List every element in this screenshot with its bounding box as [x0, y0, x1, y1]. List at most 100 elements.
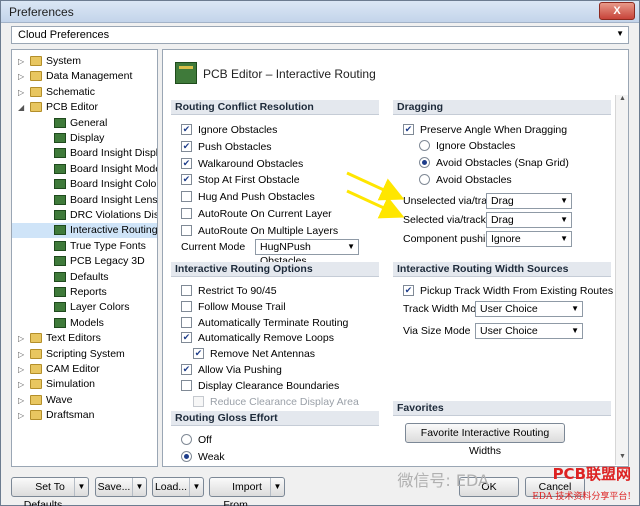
tree-item-pcb-editor[interactable]: ◢ PCB Editor — [12, 100, 157, 115]
tree-item-simulation[interactable]: ▷ Simulation — [12, 377, 157, 392]
checkbox-icon — [181, 316, 192, 328]
expand-icon[interactable]: ▷ — [18, 393, 28, 408]
watermark-text: 微信号: EDA — [397, 471, 489, 490]
tree-item-label: CAM Editor — [46, 363, 100, 375]
dragging-header: Dragging — [393, 100, 611, 115]
radio-icon — [419, 173, 430, 185]
settings-panel: PCB Editor – Interactive Routing Routing… — [162, 49, 629, 467]
tree-item-system[interactable]: ▷ System — [12, 54, 157, 69]
tree-item-schematic[interactable]: ▷ Schematic — [12, 85, 157, 100]
tree-item-label: True Type Fonts — [70, 239, 146, 252]
tree-item-models[interactable]: Models — [12, 316, 157, 331]
unselected-via-select[interactable]: Drag ▼ — [486, 193, 572, 209]
checkmark-icon: ✔ — [403, 285, 414, 296]
tree-item-interactive-routing[interactable]: Interactive Routing — [12, 223, 157, 239]
expand-icon[interactable]: ▷ — [18, 69, 28, 84]
track-width-mode-select[interactable]: User Choice ▼ — [475, 301, 583, 317]
checkmark-icon: ✔ — [181, 124, 192, 135]
checkmark-icon: ✔ — [181, 140, 192, 152]
tree-item-layer-colors[interactable]: Layer Colors — [12, 300, 157, 315]
tree-item-data-management[interactable]: ▷ Data Management — [12, 69, 157, 84]
pcb-page-icon — [54, 256, 66, 267]
cloud-preferences-dropdown[interactable]: Cloud Preferences ▼ — [11, 26, 629, 44]
save-button[interactable]: Save... ▼ — [95, 477, 147, 497]
tree-item-label: Scripting System — [46, 347, 125, 360]
page-title: PCB Editor – Interactive Routing — [203, 67, 376, 81]
component-pushing-select[interactable]: Ignore ▼ — [486, 231, 572, 247]
import-from-button[interactable]: Import From... ▼ — [209, 477, 285, 506]
pcb-page-icon — [54, 117, 66, 128]
close-button[interactable]: X — [599, 2, 635, 20]
tree-item-board-insight-modes[interactable]: Board Insight Modes — [12, 162, 157, 177]
pcb-page-icon — [54, 240, 66, 251]
checkmark-icon: ✔ — [193, 348, 204, 360]
pcb-page-icon — [54, 302, 66, 313]
tree-item-label: Text Editors — [46, 332, 101, 345]
expand-icon[interactable]: ▷ — [18, 408, 28, 423]
folder-icon — [30, 86, 42, 97]
folder-icon — [30, 348, 42, 359]
tree-item-general[interactable]: General — [12, 116, 157, 131]
via-size-mode-select[interactable]: User Choice ▼ — [475, 323, 583, 339]
expand-icon[interactable]: ▷ — [18, 331, 28, 346]
tree-item-wave[interactable]: ▷ Wave — [12, 393, 157, 408]
collapse-icon[interactable]: ◢ — [18, 100, 28, 115]
pcb-page-icon — [54, 271, 66, 282]
chevron-down-icon: ▼ — [560, 196, 568, 205]
via-size-mode-value: User Choice — [480, 325, 538, 337]
tree-item-true-type-fonts[interactable]: True Type Fonts — [12, 239, 157, 254]
folder-icon — [30, 71, 42, 82]
tree-item-defaults[interactable]: Defaults — [12, 270, 157, 285]
expand-icon[interactable]: ▷ — [18, 377, 28, 392]
conflict-label: Walkaround Obstacles — [198, 157, 304, 170]
radio-icon — [181, 434, 192, 445]
expand-icon[interactable]: ▷ — [18, 85, 28, 100]
option-label: Remove Net Antennas — [210, 348, 316, 361]
expand-icon[interactable]: ▷ — [18, 362, 28, 377]
expand-icon[interactable]: ▷ — [18, 54, 28, 69]
tree-item-pcb-legacy-3d[interactable]: PCB Legacy 3D — [12, 254, 157, 269]
tree-item-label: PCB Editor — [46, 101, 98, 114]
unselected-via-label: Unselected via/track — [403, 195, 498, 207]
track-width-mode-value: User Choice — [480, 303, 538, 315]
pcb-page-icon — [54, 225, 66, 236]
option-label: Restrict To 90/45 — [198, 285, 277, 297]
load-button[interactable]: Load... ▼ — [152, 477, 204, 497]
tree-item-board-insight-display[interactable]: Board Insight Display — [12, 146, 157, 161]
folder-icon — [30, 102, 42, 113]
checkbox-icon — [181, 191, 192, 203]
chevron-down-icon: ▼ — [616, 29, 624, 38]
scroll-up-icon[interactable]: ▲ — [617, 95, 628, 107]
tree-item-label: Reports — [70, 286, 107, 298]
chevron-down-icon: ▼ — [571, 304, 579, 313]
current-mode-select[interactable]: HugNPush Obstacles ▼ — [255, 239, 359, 267]
set-to-defaults-label: Set To Defaults — [23, 481, 65, 506]
save-label: Save... — [97, 481, 131, 493]
tree-item-drc-violations-display[interactable]: DRC Violations Display — [12, 208, 157, 223]
annotation-arrows — [346, 171, 405, 219]
unselected-via-value: Drag — [491, 195, 514, 207]
pcb-page-icon — [54, 194, 66, 205]
tree-item-label: Board Insight Color Overrid — [70, 178, 158, 191]
checkbox-icon — [181, 379, 192, 391]
tree-item-display[interactable]: Display — [12, 131, 157, 146]
folder-icon — [30, 56, 42, 66]
selected-via-select[interactable]: Drag ▼ — [486, 212, 572, 228]
panel-scrollbar[interactable]: ▲ ▼ — [615, 95, 628, 465]
favorite-widths-button[interactable]: Favorite Interactive Routing Widths — [405, 423, 565, 457]
preserve-angle-label: Preserve Angle When Dragging — [420, 124, 568, 136]
tree-item-draftsman[interactable]: ▷ Draftsman — [12, 408, 157, 423]
tree-item-text-editors[interactable]: ▷ Text Editors — [12, 331, 157, 346]
via-size-mode-label: Via Size Mode — [403, 325, 471, 337]
tree-item-scripting-system[interactable]: ▷ Scripting System — [12, 347, 157, 362]
tree-item-label: Simulation — [46, 378, 96, 391]
tree-item-cam-editor[interactable]: ▷ CAM Editor — [12, 362, 157, 377]
tree-item-board-insight-color-overrid[interactable]: Board Insight Color Overrid — [12, 177, 157, 192]
conflict-label: Stop At First Obstacle — [198, 174, 300, 187]
expand-icon[interactable]: ▷ — [18, 347, 28, 362]
set-to-defaults-button[interactable]: Set To Defaults ▼ — [11, 477, 89, 506]
tree-item-reports[interactable]: Reports — [12, 285, 157, 300]
tree-item-board-insight-lens[interactable]: Board Insight Lens — [12, 193, 157, 208]
pcb-page-icon — [54, 179, 66, 190]
preferences-tree[interactable]: ▷ System ▷ Data Management ▷ Schematic ◢ PCB Ed… — [11, 49, 158, 467]
